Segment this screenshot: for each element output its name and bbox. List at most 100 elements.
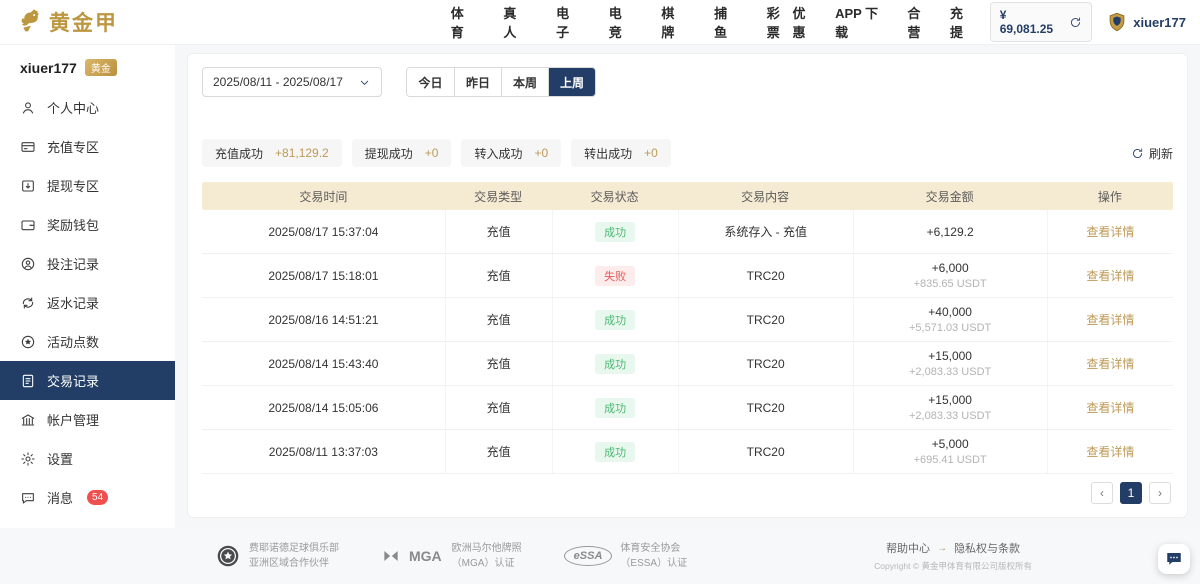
balance-amount: ¥ 69,081.25 <box>1000 8 1063 36</box>
period-tab[interactable]: 昨日 <box>454 68 501 96</box>
view-details-link[interactable]: 查看详情 <box>1086 223 1134 240</box>
chevron-down-icon <box>358 76 371 89</box>
prev-page-button[interactable]: ‹ <box>1091 482 1113 504</box>
privacy-terms-link[interactable]: 隐私权与条款 <box>954 540 1020 556</box>
sidebar-item-label: 奖励钱包 <box>47 215 99 234</box>
view-details-link[interactable]: 查看详情 <box>1086 311 1134 328</box>
customer-service-button[interactable] <box>1158 544 1190 574</box>
cell-type: 充值 <box>445 210 552 253</box>
nav-item[interactable]: 棋牌 <box>661 3 687 41</box>
nav-item[interactable]: 电子 <box>556 3 582 41</box>
cell-action: 查看详情 <box>1047 254 1173 297</box>
club-partner-text: 费耶诺德足球俱乐部 亚洲区域合作伙伴 <box>249 541 339 571</box>
user-chip[interactable]: xiuer177 <box>1106 10 1186 34</box>
summary-chip-label: 充值成功 <box>215 145 263 162</box>
quick-link[interactable]: 充提 <box>950 3 976 41</box>
rebate-icon <box>20 295 36 311</box>
nav-item[interactable]: 体育 <box>451 3 477 41</box>
nav-item[interactable]: 真人 <box>503 3 529 41</box>
nav-item[interactable]: 捕鱼 <box>714 3 740 41</box>
current-page-button[interactable]: 1 <box>1120 482 1142 504</box>
view-details-link[interactable]: 查看详情 <box>1086 355 1134 372</box>
sidebar-item[interactable]: 活动点数 <box>0 322 175 361</box>
sidebar-item-label: 设置 <box>47 449 73 468</box>
cell-content: TRC20 <box>678 386 853 429</box>
sidebar-item[interactable]: 投注记录 <box>0 244 175 283</box>
summary-row: 充值成功 +81,129.2 提现成功 +0 转入成功 +0 <box>202 139 1173 167</box>
amount-usdt: +2,083.33 USDT <box>909 410 991 422</box>
view-details-link[interactable]: 查看详情 <box>1086 399 1134 416</box>
summary-chip-value: +0 <box>534 146 548 160</box>
sidebar-item[interactable]: 帐户管理 <box>0 400 175 439</box>
sidebar-item[interactable]: 返水记录 <box>0 283 175 322</box>
cell-status: 成功 <box>552 430 678 473</box>
cell-content: TRC20 <box>678 430 853 473</box>
status-badge: 成功 <box>595 398 635 418</box>
cell-status: 成功 <box>552 386 678 429</box>
mga-license-text: 欧洲马尔他牌照 （MGA）认证 <box>452 541 522 571</box>
sidebar-item[interactable]: 消息 54 <box>0 478 175 517</box>
amount-main: +6,000 <box>932 261 969 275</box>
page-body: xiuer177 黄金 个人中心 充值专区 提现专区 <box>0 45 1200 528</box>
brand-logo[interactable]: 黄金甲 <box>14 7 193 37</box>
status-badge: 成功 <box>595 354 635 374</box>
summary-chip-label: 提现成功 <box>365 145 413 162</box>
sidebar-item[interactable]: 交易记录 <box>0 361 175 400</box>
period-tab[interactable]: 上周 <box>548 68 595 96</box>
cell-content: 系统存入 - 充值 <box>678 210 853 253</box>
chat-bubble-icon <box>1165 550 1183 568</box>
view-details-link[interactable]: 查看详情 <box>1086 443 1134 460</box>
column-header: 操作 <box>1047 182 1173 210</box>
cell-time: 2025/08/11 13:37:03 <box>202 430 445 473</box>
help-center-link[interactable]: 帮助中心 <box>886 540 930 556</box>
sidebar-item-label: 投注记录 <box>47 254 99 273</box>
period-tab[interactable]: 本周 <box>501 68 548 96</box>
amount-main: +6,129.2 <box>927 225 974 239</box>
club-partner: 费耶诺德足球俱乐部 亚洲区域合作伙伴 <box>215 541 339 571</box>
sidebar-item-label: 交易记录 <box>47 371 99 390</box>
nav-item[interactable]: 彩票 <box>767 3 793 41</box>
footer-partners: 费耶诺德足球俱乐部 亚洲区域合作伙伴 MGA 欧洲马尔他牌照 （MGA）认证 e… <box>215 541 687 571</box>
period-tab[interactable]: 今日 <box>407 68 454 96</box>
column-header: 交易类型 <box>445 182 552 210</box>
bet-record-icon <box>20 256 36 272</box>
sidebar-menu: 个人中心 充值专区 提现专区 奖励钱包 <box>0 88 175 517</box>
sidebar-item-label: 个人中心 <box>47 98 99 117</box>
summary-chip-value: +0 <box>425 146 439 160</box>
sidebar-item[interactable]: 奖励钱包 <box>0 205 175 244</box>
cell-amount: +5,000 +695.41 USDT <box>853 430 1047 473</box>
sidebar-item[interactable]: 个人中心 <box>0 88 175 127</box>
sidebar-item[interactable]: 提现专区 <box>0 166 175 205</box>
next-page-button[interactable]: › <box>1149 482 1171 504</box>
sidebar-item[interactable]: 设置 <box>0 439 175 478</box>
filters-row: 2025/08/11 - 2025/08/17 今日昨日本周上周 <box>202 67 1173 97</box>
view-details-link[interactable]: 查看详情 <box>1086 267 1134 284</box>
essa-logo-icon: eSSA <box>564 546 613 566</box>
cell-type: 充值 <box>445 342 552 385</box>
transaction-doc-icon <box>20 373 36 389</box>
quick-link[interactable]: 合营 <box>907 3 933 41</box>
cell-amount: +15,000 +2,083.33 USDT <box>853 386 1047 429</box>
refresh-balance-icon[interactable] <box>1069 16 1082 29</box>
cell-time: 2025/08/14 15:05:06 <box>202 386 445 429</box>
amount-usdt: +2,083.33 USDT <box>909 366 991 378</box>
main-content: 2025/08/11 - 2025/08/17 今日昨日本周上周 充值成功 +8… <box>175 45 1200 528</box>
cell-type: 充值 <box>445 386 552 429</box>
amount-usdt: +5,571.03 USDT <box>909 322 991 334</box>
refresh-button[interactable]: 刷新 <box>1131 145 1173 162</box>
date-range-select[interactable]: 2025/08/11 - 2025/08/17 <box>202 67 382 97</box>
main-nav: 体育真人电子电竞棋牌捕鱼彩票 <box>451 3 793 41</box>
nav-item[interactable]: 电竞 <box>609 3 635 41</box>
summary-chip-label: 转入成功 <box>474 145 522 162</box>
summary-chips: 充值成功 +81,129.2 提现成功 +0 转入成功 +0 <box>202 139 671 167</box>
sidebar-item[interactable]: 充值专区 <box>0 127 175 166</box>
balance-box[interactable]: ¥ 69,081.25 <box>990 2 1093 42</box>
table-row: 2025/08/14 15:05:06 充值 成功 TRC20 +15,000 … <box>202 386 1173 430</box>
quick-link[interactable]: APP 下载 <box>835 3 890 41</box>
quick-link[interactable]: 优惠 <box>792 3 818 41</box>
period-tabs: 今日昨日本周上周 <box>406 67 596 97</box>
sidebar-user: xiuer177 黄金 <box>0 53 175 88</box>
cell-action: 查看详情 <box>1047 342 1173 385</box>
summary-chip-value: +81,129.2 <box>275 146 329 160</box>
cell-content: TRC20 <box>678 342 853 385</box>
